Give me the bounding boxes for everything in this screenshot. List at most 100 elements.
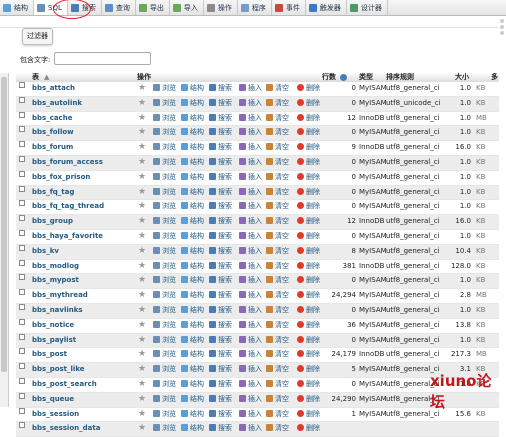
structure-action[interactable]: 结构 — [181, 422, 204, 436]
empty-action[interactable]: 清空 — [266, 245, 289, 259]
structure-action[interactable]: 结构 — [181, 260, 204, 274]
browse-action[interactable]: 浏览 — [153, 274, 176, 288]
favorite-star-icon[interactable]: ★ — [138, 363, 146, 377]
empty-action[interactable]: 清空 — [266, 304, 289, 318]
browse-action[interactable]: 浏览 — [153, 363, 176, 377]
favorite-star-icon[interactable]: ★ — [138, 126, 146, 140]
browse-action[interactable]: 浏览 — [153, 289, 176, 303]
empty-action[interactable]: 清空 — [266, 393, 289, 407]
browse-action[interactable]: 浏览 — [153, 348, 176, 362]
favorite-star-icon[interactable]: ★ — [138, 378, 146, 392]
table-name-link[interactable]: bbs_follow — [32, 126, 74, 140]
drop-action[interactable]: 删除 — [297, 422, 320, 436]
search-action[interactable]: 搜索 — [209, 274, 232, 288]
table-name-link[interactable]: bbs_kv — [32, 245, 59, 259]
search-action[interactable]: 搜索 — [209, 230, 232, 244]
table-name-link[interactable]: bbs_post_search — [32, 378, 97, 392]
menu-overflow-dots[interactable] — [500, 19, 506, 39]
table-name-link[interactable]: bbs_forum — [32, 141, 73, 155]
empty-action[interactable]: 清空 — [266, 171, 289, 185]
favorite-star-icon[interactable]: ★ — [138, 260, 146, 274]
empty-action[interactable]: 清空 — [266, 82, 289, 96]
browse-action[interactable]: 浏览 — [153, 112, 176, 126]
tab-export[interactable]: 导出 — [136, 0, 170, 15]
search-action[interactable]: 搜索 — [209, 422, 232, 436]
insert-action[interactable]: 插入 — [239, 186, 262, 200]
row-checkbox[interactable] — [19, 229, 25, 236]
column-header-type[interactable]: 类型 — [359, 73, 373, 82]
browse-action[interactable]: 浏览 — [153, 200, 176, 214]
empty-action[interactable]: 清空 — [266, 260, 289, 274]
row-checkbox[interactable] — [19, 259, 25, 266]
browse-action[interactable]: 浏览 — [153, 260, 176, 274]
search-action[interactable]: 搜索 — [209, 200, 232, 214]
scrollbar-thumb[interactable] — [1, 77, 7, 372]
browse-action[interactable]: 浏览 — [153, 126, 176, 140]
search-action[interactable]: 搜索 — [209, 334, 232, 348]
insert-action[interactable]: 插入 — [239, 289, 262, 303]
row-checkbox[interactable] — [19, 82, 25, 88]
search-action[interactable]: 搜索 — [209, 245, 232, 259]
favorite-star-icon[interactable]: ★ — [138, 97, 146, 111]
search-action[interactable]: 搜索 — [209, 304, 232, 318]
search-action[interactable]: 搜索 — [209, 363, 232, 377]
favorite-star-icon[interactable]: ★ — [138, 274, 146, 288]
browse-action[interactable]: 浏览 — [153, 422, 176, 436]
row-checkbox[interactable] — [19, 303, 25, 310]
search-action[interactable]: 搜索 — [209, 260, 232, 274]
insert-action[interactable]: 插入 — [239, 200, 262, 214]
empty-action[interactable]: 清空 — [266, 230, 289, 244]
vertical-scrollbar[interactable] — [0, 73, 9, 407]
search-action[interactable]: 搜索 — [209, 171, 232, 185]
column-header-table[interactable]: 表 — [32, 73, 39, 82]
insert-action[interactable]: 插入 — [239, 112, 262, 126]
column-header-size[interactable]: 大小 — [455, 73, 469, 82]
insert-action[interactable]: 插入 — [239, 348, 262, 362]
help-icon[interactable] — [340, 74, 347, 81]
filter-input[interactable] — [54, 52, 151, 65]
row-checkbox[interactable] — [19, 244, 25, 251]
table-name-link[interactable]: bbs_fq_tag_thread — [32, 200, 104, 214]
search-action[interactable]: 搜索 — [209, 319, 232, 333]
table-name-link[interactable]: bbs_modlog — [32, 260, 79, 274]
browse-action[interactable]: 浏览 — [153, 97, 176, 111]
empty-action[interactable]: 清空 — [266, 274, 289, 288]
favorite-star-icon[interactable]: ★ — [138, 186, 146, 200]
favorite-star-icon[interactable]: ★ — [138, 141, 146, 155]
structure-action[interactable]: 结构 — [181, 363, 204, 377]
search-action[interactable]: 搜索 — [209, 348, 232, 362]
search-action[interactable]: 搜索 — [209, 289, 232, 303]
structure-action[interactable]: 结构 — [181, 378, 204, 392]
table-name-link[interactable]: bbs_fq_tag — [32, 186, 74, 200]
favorite-star-icon[interactable]: ★ — [138, 408, 146, 422]
favorite-star-icon[interactable]: ★ — [138, 348, 146, 362]
favorite-star-icon[interactable]: ★ — [138, 393, 146, 407]
tab-structure[interactable]: 结构 — [0, 0, 34, 15]
favorite-star-icon[interactable]: ★ — [138, 112, 146, 126]
browse-action[interactable]: 浏览 — [153, 378, 176, 392]
row-checkbox[interactable] — [19, 126, 25, 133]
tab-wrench[interactable]: 操作 — [204, 0, 238, 15]
tab-trigger[interactable]: 触发器 — [306, 0, 347, 15]
empty-action[interactable]: 清空 — [266, 112, 289, 126]
structure-action[interactable]: 结构 — [181, 171, 204, 185]
table-name-link[interactable]: bbs_mythread — [32, 289, 88, 303]
tab-query[interactable]: 查询 — [102, 0, 136, 15]
browse-action[interactable]: 浏览 — [153, 230, 176, 244]
row-checkbox[interactable] — [19, 363, 25, 370]
structure-action[interactable]: 结构 — [181, 97, 204, 111]
insert-action[interactable]: 插入 — [239, 378, 262, 392]
tab-import[interactable]: 导入 — [170, 0, 204, 15]
browse-action[interactable]: 浏览 — [153, 304, 176, 318]
row-checkbox[interactable] — [19, 155, 25, 162]
insert-action[interactable]: 插入 — [239, 141, 262, 155]
browse-action[interactable]: 浏览 — [153, 393, 176, 407]
insert-action[interactable]: 插入 — [239, 274, 262, 288]
browse-action[interactable]: 浏览 — [153, 141, 176, 155]
empty-action[interactable]: 清空 — [266, 141, 289, 155]
structure-action[interactable]: 结构 — [181, 141, 204, 155]
structure-action[interactable]: 结构 — [181, 304, 204, 318]
row-checkbox[interactable] — [19, 215, 25, 222]
insert-action[interactable]: 插入 — [239, 408, 262, 422]
table-name-link[interactable]: bbs_haya_favorite — [32, 230, 103, 244]
